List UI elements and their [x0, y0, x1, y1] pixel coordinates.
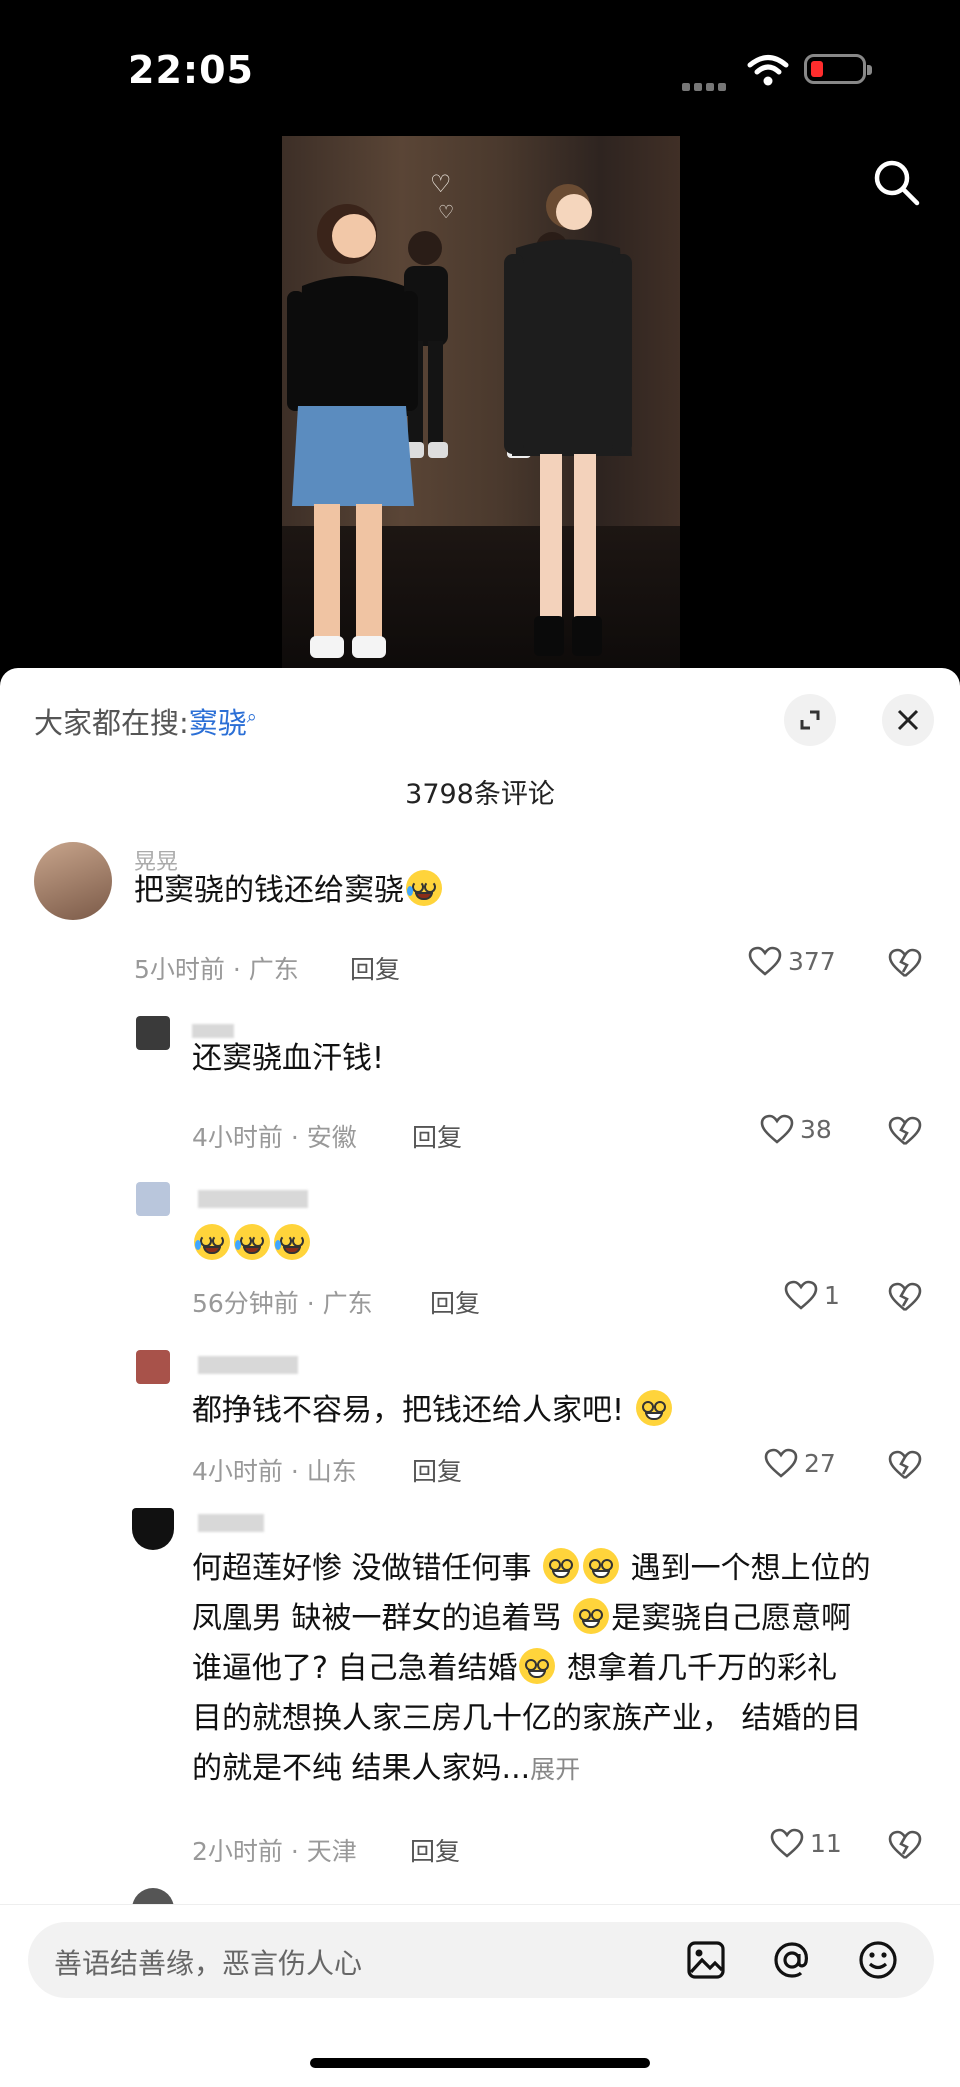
comment-line: 凤凰男 缺被一群女的追着骂 是窦骁自己愿意啊 — [192, 1594, 871, 1644]
sweat-grin-emoji-icon — [519, 1648, 556, 1684]
comment-line-text: 的就是不纯 结果人家妈... — [192, 1751, 531, 1786]
comment-line-text: 想拿着几千万的彩礼 — [567, 1651, 838, 1686]
mention-icon[interactable] — [772, 1940, 812, 1980]
heart-icon — [764, 1448, 798, 1478]
like-count: 27 — [804, 1448, 836, 1478]
comment-input-placeholder: 善语结善缘，恶言伤人心 — [54, 1947, 363, 1980]
comment-line: 谁逼他了? 自己急着结婚 想拿着几千万的彩礼 — [192, 1644, 871, 1694]
comment-line-text: 遇到一个想上位的 — [630, 1551, 871, 1586]
comment-text: 何超莲好惨 没做错任何事 遇到一个想上位的 凤凰男 缺被一群女的追着骂 是窦骁自… — [192, 1544, 871, 1795]
image-icon[interactable] — [686, 1940, 726, 1980]
search-small-icon: ⌕ — [246, 706, 257, 728]
comment-line-text: 何超莲好惨 没做错任何事 — [192, 1551, 532, 1586]
person-figure — [287, 184, 632, 658]
laugh-cry-emoji-icon — [194, 1224, 230, 1260]
emoji-icon[interactable] — [858, 1940, 898, 1980]
broken-heart-icon[interactable] — [888, 1116, 922, 1146]
reply-button[interactable]: 回复 — [412, 1118, 462, 1154]
laugh-cry-emoji-icon — [406, 870, 442, 906]
comment-line: 的就是不纯 结果人家妈...展开 — [192, 1744, 871, 1795]
comment-author-redacted — [198, 1356, 298, 1374]
avatar[interactable] — [132, 1508, 174, 1550]
trending-keyword[interactable]: 窦骁 — [189, 706, 247, 740]
status-time: 22:05 — [128, 48, 254, 92]
comment-count: 3798条评论 — [405, 779, 555, 810]
broken-heart-icon[interactable] — [888, 948, 922, 978]
search-icon[interactable] — [872, 158, 922, 208]
heart-icon — [748, 946, 782, 976]
comment-author-redacted — [198, 1514, 264, 1532]
expand-icon — [800, 710, 820, 730]
comment-text: 都挣钱不容易，把钱还给人家吧! — [192, 1386, 674, 1436]
comment-meta: 56分钟前 · 广东 — [192, 1289, 373, 1318]
reply-button[interactable]: 回复 — [412, 1452, 462, 1488]
avatar[interactable] — [34, 842, 112, 920]
like-count: 1 — [824, 1280, 840, 1310]
avatar[interactable] — [136, 1016, 170, 1050]
laugh-cry-emoji-icon — [234, 1224, 270, 1260]
comment-line-text: 是窦骁自己愿意啊 — [611, 1601, 852, 1636]
comment-meta: 5小时前 · 广东 — [134, 955, 299, 984]
like-count: 11 — [810, 1828, 842, 1858]
close-icon — [897, 709, 919, 731]
comment-meta: 2小时前 · 天津 — [192, 1837, 357, 1866]
comment-line-text: 凤凰男 缺被一群女的追着骂 — [192, 1601, 562, 1636]
comment-meta: 4小时前 · 山东 — [192, 1457, 357, 1486]
comment-text: 把窦骁的钱还给窦骁 — [134, 866, 444, 916]
home-indicator — [310, 2058, 650, 2068]
avatar[interactable] — [136, 1182, 170, 1216]
reply-button[interactable]: 回复 — [350, 950, 400, 986]
like-button[interactable]: 38 — [760, 1114, 832, 1144]
trending-search[interactable]: 大家都在搜:窦骁⌕ — [34, 700, 257, 742]
like-button[interactable]: 27 — [764, 1448, 836, 1478]
video-player[interactable]: ♡ ♡ — [282, 136, 680, 668]
broken-heart-icon[interactable] — [888, 1282, 922, 1312]
reply-button[interactable]: 回复 — [410, 1832, 460, 1868]
laugh-cry-emoji-icon — [274, 1224, 310, 1260]
broken-heart-icon[interactable] — [888, 1830, 922, 1860]
expand-button[interactable] — [784, 694, 836, 746]
like-button[interactable]: 377 — [748, 946, 836, 976]
cellular-signal-icon — [682, 76, 730, 95]
comment-input[interactable]: 善语结善缘，恶言伤人心 — [28, 1922, 934, 1998]
like-count: 377 — [788, 946, 836, 976]
heart-icon — [770, 1828, 804, 1858]
comment-line: 目的就想换人家三房几十亿的家族产业， 结婚的目 — [192, 1701, 862, 1736]
expand-link[interactable]: 展开 — [530, 1755, 580, 1784]
wifi-icon — [747, 55, 789, 86]
trending-prefix: 大家都在搜: — [34, 706, 189, 740]
like-count: 38 — [800, 1114, 832, 1144]
battery-icon — [804, 54, 872, 84]
comment-sheet: 大家都在搜:窦骁⌕ 3798条评论 晃晃 把窦骁的钱还给窦骁 5小时前 · 广东… — [0, 668, 960, 2087]
reply-button[interactable]: 回复 — [430, 1284, 480, 1320]
comment-line: 何超莲好惨 没做错任何事 遇到一个想上位的 — [192, 1544, 871, 1594]
comment-author-redacted — [198, 1190, 308, 1208]
comment-text — [192, 1220, 312, 1270]
status-bar: 22:05 — [0, 0, 960, 130]
comment-meta: 4小时前 · 安徽 — [192, 1123, 357, 1152]
like-button[interactable]: 11 — [770, 1828, 842, 1858]
like-button[interactable]: 1 — [784, 1280, 840, 1310]
heart-icon — [784, 1280, 818, 1310]
comment-text-content: 把窦骁的钱还给窦骁 — [134, 873, 404, 908]
sweat-grin-emoji-icon — [573, 1598, 610, 1634]
flushed-emoji-icon — [583, 1548, 620, 1584]
comment-text: 还窦骁血汗钱! — [192, 1041, 385, 1076]
close-button[interactable] — [882, 694, 934, 746]
comment-text-content: 都挣钱不容易，把钱还给人家吧! — [192, 1393, 625, 1428]
avatar[interactable] — [136, 1350, 170, 1384]
grin-emoji-icon — [635, 1390, 672, 1426]
broken-heart-icon[interactable] — [888, 1450, 922, 1480]
comment-line-text: 谁逼他了? 自己急着结婚 — [192, 1651, 518, 1686]
heart-icon — [760, 1114, 794, 1144]
flushed-emoji-icon — [543, 1548, 580, 1584]
